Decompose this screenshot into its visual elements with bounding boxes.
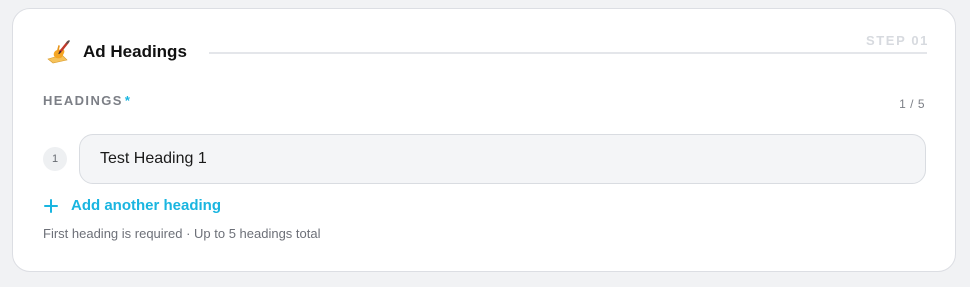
heading-row-number: 1 [43, 147, 67, 171]
ad-headings-card: STEP 01 Ad Headings HEADINGS* 1 / 5 1 Ad… [12, 8, 956, 272]
helper-text: First heading is required · Up to 5 head… [43, 226, 321, 241]
headings-label-text: HEADINGS [43, 93, 123, 108]
card-header: Ad Headings [45, 39, 927, 65]
required-marker: * [124, 93, 132, 108]
card-title: Ad Headings [83, 42, 187, 61]
add-heading-label: Add another heading [71, 197, 221, 214]
add-heading-button[interactable]: Add another heading [43, 197, 221, 214]
plus-icon [43, 198, 59, 214]
headings-counter: 1 / 5 [899, 97, 925, 111]
headings-label: HEADINGS * [43, 93, 131, 108]
header-divider [208, 52, 927, 54]
heading-input-1[interactable] [79, 134, 926, 184]
writing-hand-icon [45, 39, 71, 65]
